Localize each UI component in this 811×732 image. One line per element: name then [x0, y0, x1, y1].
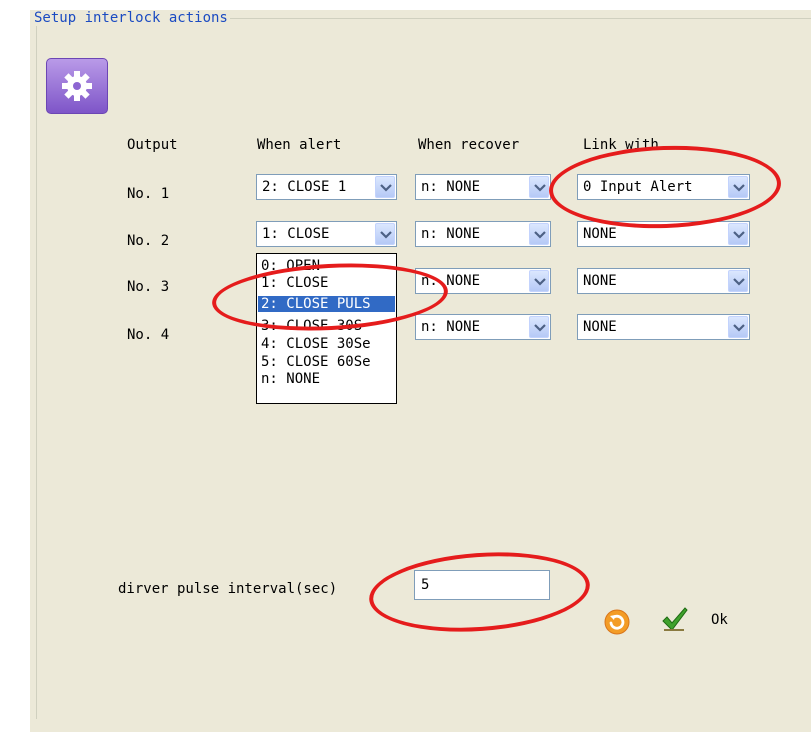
- row-3-output-label: No. 3: [127, 279, 170, 295]
- row-2-output-label: No. 2: [127, 233, 170, 249]
- row-3-link-with-value: NONE: [583, 273, 617, 289]
- dropdown-option-close[interactable]: 1: CLOSE: [258, 275, 395, 291]
- row-3-link-with-select[interactable]: NONE: [577, 268, 750, 294]
- chevron-down-icon[interactable]: [529, 176, 549, 198]
- chevron-down-icon[interactable]: [728, 223, 748, 245]
- row-2-link-with-value: NONE: [583, 226, 617, 242]
- chevron-down-icon[interactable]: [375, 176, 395, 198]
- dropdown-option-close-30s-a[interactable]: 3: CLOSE 30S: [258, 318, 395, 334]
- ok-label[interactable]: Ok: [711, 612, 728, 628]
- chevron-down-icon[interactable]: [529, 223, 549, 245]
- row-2-when-alert-select[interactable]: 1: CLOSE: [256, 221, 397, 247]
- row-2-link-with-select[interactable]: NONE: [577, 221, 750, 247]
- row-1-link-with-value: 0 Input Alert: [583, 179, 693, 195]
- when-alert-dropdown-list[interactable]: 0: OPEN 1: CLOSE 2: CLOSE PULS 3: CLOSE …: [256, 253, 397, 404]
- checkmark-icon[interactable]: [661, 606, 689, 632]
- row-2-when-recover-select[interactable]: n: NONE: [415, 221, 551, 247]
- pulse-interval-input[interactable]: [415, 571, 549, 599]
- row-4-link-with-value: NONE: [583, 319, 617, 335]
- chevron-down-icon[interactable]: [529, 270, 549, 292]
- fieldset-border: [36, 18, 811, 719]
- dropdown-option-none[interactable]: n: NONE: [258, 371, 395, 387]
- dialog-panel: [30, 10, 811, 732]
- header-output: Output: [127, 137, 178, 153]
- row-2-when-alert-value: 1: CLOSE: [262, 226, 330, 242]
- row-3-when-recover-select[interactable]: n: NONE: [415, 268, 551, 294]
- header-link-with: Link with: [583, 137, 659, 153]
- settings-icon-button[interactable]: [46, 58, 108, 114]
- row-1-when-recover-select[interactable]: n: NONE: [415, 174, 551, 200]
- chevron-down-icon[interactable]: [375, 223, 395, 245]
- row-1-link-with-select[interactable]: 0 Input Alert: [577, 174, 750, 200]
- gear-icon: [62, 71, 92, 101]
- row-2-when-recover-value: n: NONE: [421, 226, 481, 242]
- chevron-down-icon[interactable]: [728, 270, 748, 292]
- fieldset-legend: Setup interlock actions: [32, 10, 230, 26]
- dropdown-option-close-pulse[interactable]: 2: CLOSE PULS: [258, 296, 395, 312]
- header-when-alert: When alert: [257, 137, 342, 153]
- row-4-link-with-select[interactable]: NONE: [577, 314, 750, 340]
- row-4-when-recover-value: n: NONE: [421, 319, 481, 335]
- row-1-output-label: No. 1: [127, 186, 170, 202]
- row-1-when-recover-value: n: NONE: [421, 179, 481, 195]
- row-3-when-recover-value: n: NONE: [421, 273, 481, 289]
- dropdown-option-open[interactable]: 0: OPEN: [258, 258, 395, 274]
- row-4-when-recover-select[interactable]: n: NONE: [415, 314, 551, 340]
- chevron-down-icon[interactable]: [728, 176, 748, 198]
- row-1-when-alert-value: 2: CLOSE 1: [262, 179, 347, 195]
- header-when-recover: When recover: [418, 137, 520, 153]
- chevron-down-icon[interactable]: [728, 316, 748, 338]
- row-1-when-alert-select[interactable]: 2: CLOSE 1: [256, 174, 397, 200]
- dropdown-option-close-30s-b[interactable]: 4: CLOSE 30Se: [258, 336, 395, 352]
- pulse-interval-input-box[interactable]: [414, 570, 550, 600]
- dropdown-option-close-60s[interactable]: 5: CLOSE 60Se: [258, 354, 395, 370]
- pulse-interval-label: dirver pulse interval(sec): [118, 581, 338, 597]
- row-4-output-label: No. 4: [127, 327, 170, 343]
- chevron-down-icon[interactable]: [529, 316, 549, 338]
- refresh-icon[interactable]: [604, 609, 630, 635]
